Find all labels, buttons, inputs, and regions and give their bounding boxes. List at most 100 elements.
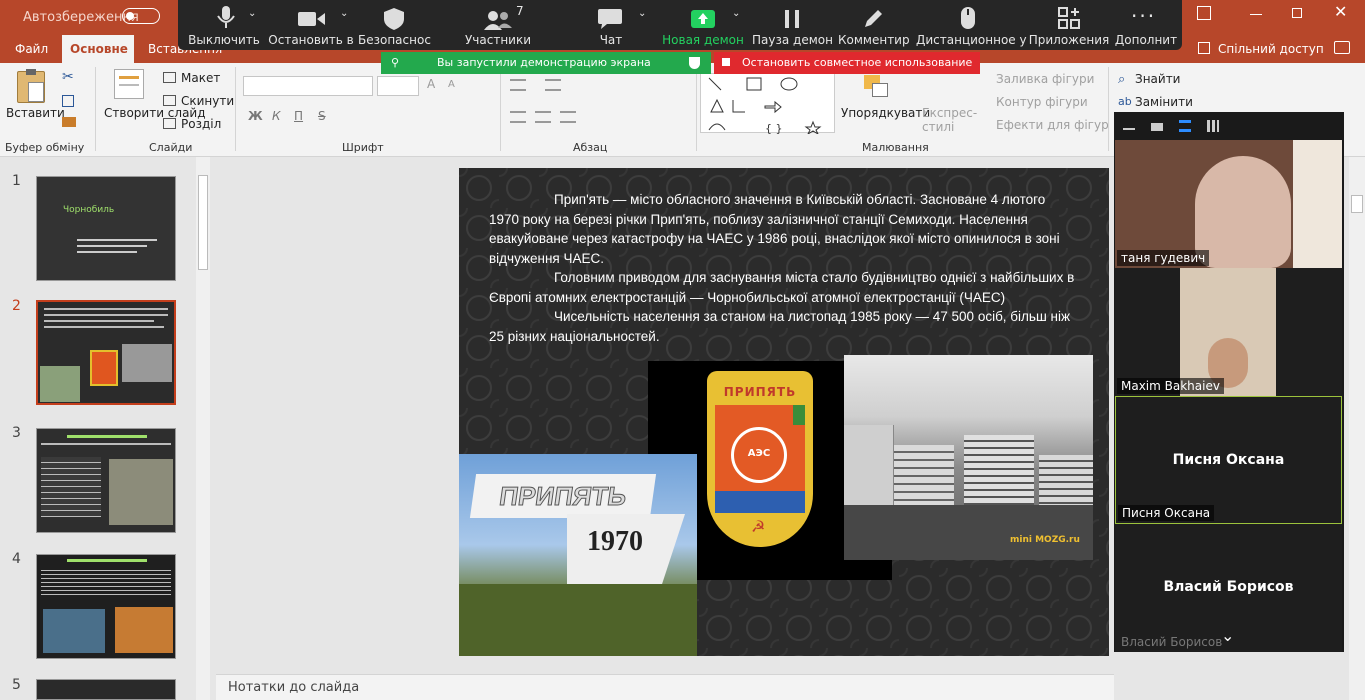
video-caret[interactable]: ⌄ <box>340 8 348 19</box>
bullets-icon[interactable] <box>510 79 526 91</box>
slide-thumbnail-5[interactable] <box>36 679 176 700</box>
minimize-button[interactable] <box>1250 14 1262 15</box>
participant-tile[interactable]: Maxim Bakhaiev <box>1115 268 1342 396</box>
slide-thumbnail-4[interactable] <box>36 554 176 659</box>
vertical-scrollbar[interactable] <box>1349 157 1365 700</box>
underline-button[interactable]: П <box>294 109 303 123</box>
reset-button[interactable]: Скинути <box>181 94 234 108</box>
sign-word: ПРИПЯТЬ <box>497 481 629 512</box>
align-left-icon[interactable] <box>510 111 526 123</box>
increase-font-icon[interactable]: A <box>427 77 435 91</box>
participants-count: 7 <box>516 4 524 18</box>
slide-thumbnail-1[interactable]: Чорнобиль <box>36 176 176 281</box>
slide-text-box[interactable]: Прип'ять — місто обласного значення в Ки… <box>489 190 1079 346</box>
ribbon-display-icon[interactable] <box>1197 6 1211 20</box>
stop-video-button[interactable]: ⌄ Остановить в <box>268 0 354 50</box>
font-family-select[interactable] <box>243 76 373 96</box>
find-button[interactable]: Знайти <box>1135 72 1180 86</box>
current-slide[interactable]: Прип'ять — місто обласного значення в Ки… <box>459 168 1109 656</box>
sign-base: 1970 <box>567 514 685 586</box>
numbering-icon[interactable] <box>545 79 561 91</box>
thumb-number: 2 <box>12 298 21 314</box>
close-button[interactable]: ✕ <box>1334 2 1347 21</box>
remote-control-button[interactable]: Дистанционное у <box>916 0 1027 50</box>
stop-share-button[interactable]: Остановить совместное использование <box>714 52 980 74</box>
new-slide-icon[interactable] <box>114 69 144 99</box>
paste-icon[interactable] <box>17 69 45 103</box>
pripyat-sign-photo: ПРИПЯТЬ 1970 <box>459 454 697 656</box>
format-painter-icon[interactable] <box>62 117 76 127</box>
mute-caret[interactable]: ⌄ <box>248 8 256 19</box>
italic-button[interactable]: К <box>272 109 281 123</box>
strike-button[interactable]: S <box>318 109 326 123</box>
stop-square-icon <box>722 58 730 66</box>
share-icon[interactable] <box>1198 42 1210 54</box>
participant-tile[interactable]: Власий Борисов Власий Борисов ⌄ <box>1115 524 1342 652</box>
shapes-gallery[interactable]: { } <box>700 73 835 136</box>
tab-home[interactable]: Основне <box>62 35 134 63</box>
chevron-down-icon[interactable]: ⌄ <box>1221 626 1234 645</box>
pencil-icon <box>865 10 882 27</box>
mute-button[interactable]: ⌄ Выключить <box>182 0 266 50</box>
sharing-banner-text: Вы запустили демонстрацию экрана <box>437 56 651 69</box>
slide-thumbnail-3[interactable] <box>36 428 176 533</box>
participant-center-name: Писня Оксана <box>1172 452 1285 468</box>
arrange-button[interactable]: Упорядкувати <box>841 106 930 120</box>
participant-tile[interactable]: таня гудевич <box>1115 140 1342 268</box>
slide-paragraph-2: Головним приводом для заснування міста с… <box>489 270 1075 305</box>
minimize-panel-icon[interactable] <box>1123 128 1135 130</box>
restore-button[interactable] <box>1292 8 1302 18</box>
grass <box>459 584 697 656</box>
comments-icon[interactable] <box>1334 41 1350 54</box>
copy-icon[interactable] <box>62 95 74 107</box>
cut-icon[interactable]: ✂ <box>62 69 74 85</box>
share-button[interactable]: Спільний доступ <box>1218 42 1324 56</box>
align-right-icon[interactable] <box>560 111 576 123</box>
pripyat-city-photo: mini MOZG.ru <box>844 355 1093 560</box>
slide-thumbnail-2[interactable] <box>36 300 176 405</box>
notes-bar[interactable]: Нотатки до слайда <box>216 674 1114 700</box>
participant-tile[interactable]: Писня Оксана Писня Оксана <box>1115 396 1342 524</box>
speaker-view-icon[interactable] <box>1179 120 1191 132</box>
svg-text:{ }: { } <box>765 122 783 134</box>
bold-button[interactable]: Ж <box>248 109 263 123</box>
thumbnails-scrollbar[interactable] <box>196 157 210 700</box>
participant-name: Власий Борисов <box>1121 635 1223 649</box>
apps-button[interactable]: Приложения <box>1026 0 1112 50</box>
shape-effects-button[interactable]: Ефекти для фігур <box>996 118 1109 132</box>
participant-center-name: Власий Борисов <box>1163 579 1294 595</box>
shape-fill-button[interactable]: Заливка фігури <box>996 72 1094 86</box>
arrange-icon[interactable] <box>864 75 890 99</box>
stop-share-label: Остановить совместное использование <box>742 56 973 69</box>
align-center-icon[interactable] <box>535 111 551 123</box>
share-caret[interactable]: ⌄ <box>732 8 740 19</box>
thumbnail-view-icon[interactable] <box>1151 123 1163 131</box>
slide-paragraph-3: Чисельність населення за станом на листо… <box>489 309 1071 344</box>
thumb-number: 3 <box>12 425 21 441</box>
decrease-font-icon[interactable]: A <box>448 79 455 90</box>
shape-outline-button[interactable]: Контур фігури <box>996 95 1088 109</box>
font-size-select[interactable] <box>377 76 419 96</box>
section-button[interactable]: Розділ <box>181 117 221 131</box>
participants-button[interactable]: 7 Участники <box>450 0 546 50</box>
new-share-button[interactable]: ⌄ Новая демон <box>662 0 744 50</box>
more-button[interactable]: ··· Дополнит <box>1114 0 1178 50</box>
chat-caret[interactable]: ⌄ <box>638 8 646 19</box>
font-group-label: Шрифт <box>342 141 384 154</box>
replace-button[interactable]: Замінити <box>1135 95 1193 109</box>
layout-icon <box>163 72 176 83</box>
quick-styles-button[interactable]: Експрес-стилі <box>922 106 977 134</box>
gallery-view-icon[interactable] <box>1207 120 1219 132</box>
thumb-number: 4 <box>12 551 21 567</box>
security-button[interactable]: Безопаснос <box>358 0 431 50</box>
participant-name: таня гудевич <box>1117 250 1210 266</box>
chat-button[interactable]: ⌄ Чат <box>576 0 646 50</box>
autosave-toggle[interactable] <box>122 8 160 24</box>
pause-share-button[interactable]: Пауза демон <box>752 0 833 50</box>
participants-icon <box>484 11 512 30</box>
layout-button[interactable]: Макет <box>181 71 220 85</box>
drawing-group-label: Малювання <box>862 141 929 154</box>
annotate-button[interactable]: Комментир <box>838 0 910 50</box>
tab-file[interactable]: Файл <box>7 35 56 63</box>
paste-button[interactable]: Вставити <box>6 106 65 120</box>
